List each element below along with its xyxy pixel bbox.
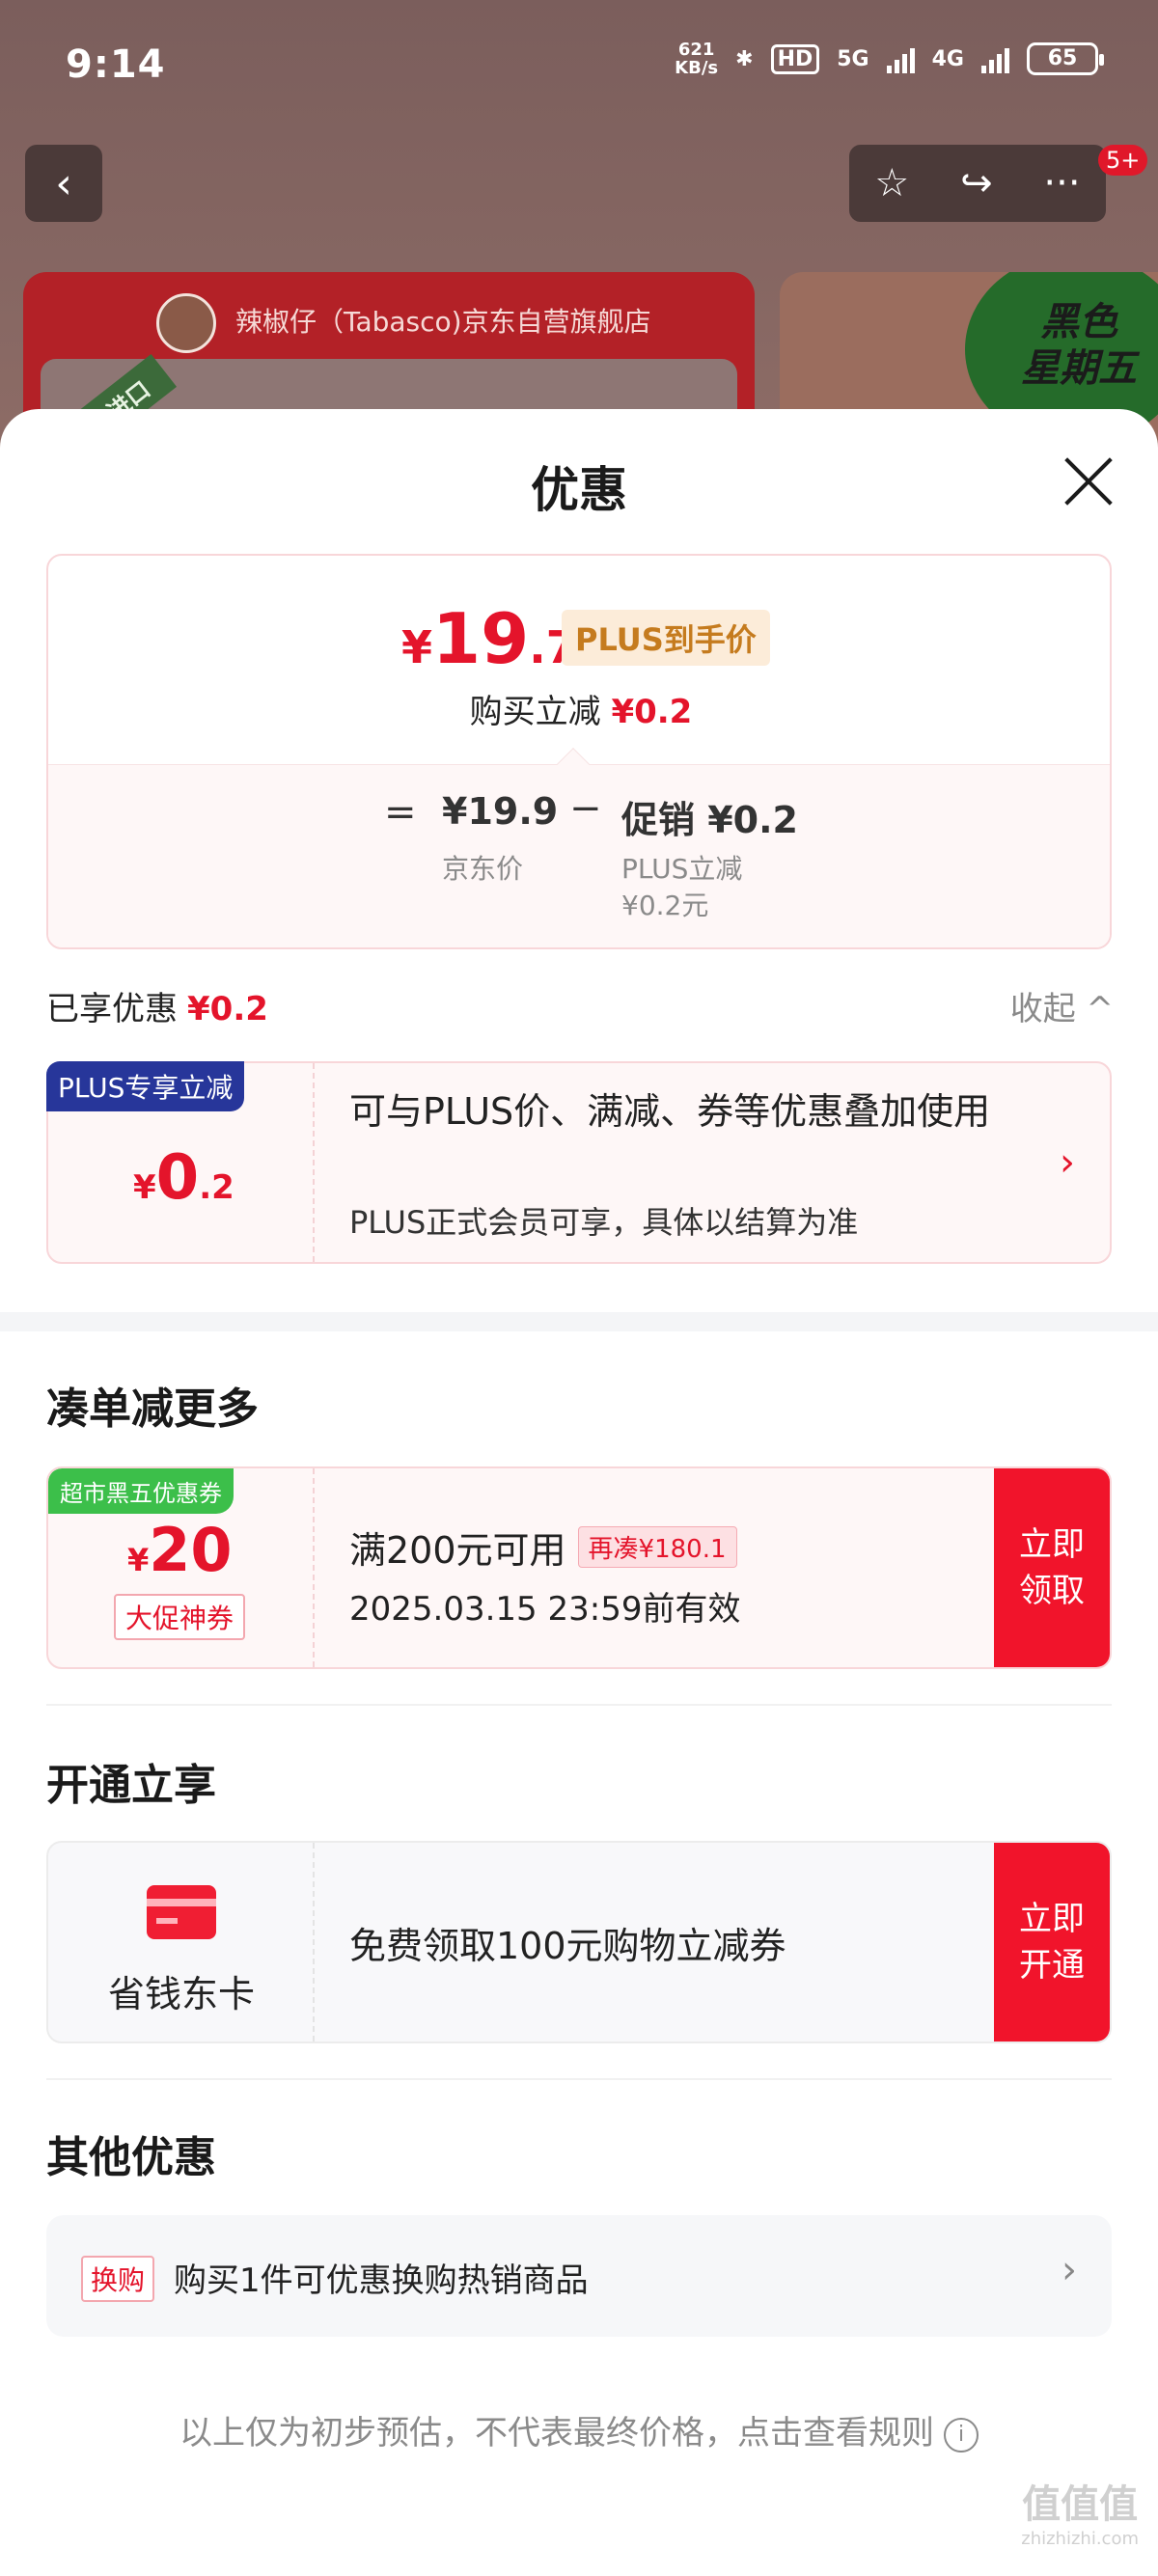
battery-icon: 65 bbox=[1027, 42, 1104, 75]
promo-banner-text: 黑色 星期五 bbox=[1021, 300, 1137, 391]
exchange-chip: 换购 bbox=[81, 2256, 155, 2302]
coupon-amount: ¥ 20 bbox=[127, 1515, 233, 1585]
status-bar: 9:14 621 KB/s ✱ HD 5G 4G 65 bbox=[0, 0, 1158, 125]
coupon-kind: 大促神券 bbox=[114, 1594, 246, 1640]
status-time: 9:14 bbox=[66, 42, 166, 87]
promo-sub-label: PLUS立减 bbox=[621, 853, 743, 885]
final-price: ¥ 19 .7 bbox=[401, 598, 577, 679]
net-speed: 621 KB/s bbox=[675, 40, 719, 78]
plus-description: 可与PLUS价、满减、券等优惠叠加使用 bbox=[349, 1090, 991, 1133]
section-title-open: 开通立享 bbox=[46, 1761, 216, 1810]
enjoyed-discount: 已享优惠 ¥0.2 bbox=[46, 990, 268, 1028]
status-icons: 621 KB/s ✱ HD 5G 4G 65 bbox=[675, 40, 1104, 78]
chevron-right-icon: › bbox=[1060, 1140, 1075, 1185]
section-title-other: 其他优惠 bbox=[46, 2133, 216, 2182]
plus-note: PLUS正式会员可享，具体以结算为准 bbox=[349, 1204, 859, 1241]
plus-price-tag: PLUS到手价 bbox=[562, 610, 770, 666]
signal-label-5g: 5G bbox=[837, 46, 869, 71]
purchase-reduce: 购买立减 ¥0.2 bbox=[469, 693, 693, 731]
message-badge: 5+ bbox=[1098, 145, 1148, 176]
coupon-card: 超市黑五优惠券 ¥ 20 大促神券 满200元可用 再凑¥180.1 2025.… bbox=[46, 1466, 1112, 1669]
more-icon[interactable]: ··· bbox=[1043, 161, 1080, 206]
price-breakdown: = ¥19.9 京东价 − 促销 ¥0.2 PLUS立减 ¥0.2元 bbox=[48, 748, 1110, 947]
separator bbox=[46, 1704, 1112, 1706]
collapse-button[interactable]: 收起 ^ bbox=[1010, 982, 1114, 1029]
close-icon[interactable] bbox=[1063, 455, 1114, 506]
hd-icon: HD bbox=[770, 43, 820, 74]
signal-icon-2 bbox=[981, 44, 1009, 73]
background-page: 9:14 621 KB/s ✱ HD 5G 4G 65 ‹ ☆ ↪ ··· 5+… bbox=[0, 0, 1158, 475]
coupon-gap-chip: 再凑¥180.1 bbox=[577, 1526, 737, 1568]
membership-name: 省钱东卡 bbox=[107, 1973, 255, 2015]
bluetooth-icon: ✱ bbox=[735, 46, 754, 71]
plus-discount-card[interactable]: PLUS专享立减 ¥ 0 .2 可与PLUS价、满减、券等优惠叠加使用 PLUS… bbox=[46, 1061, 1112, 1264]
signal-icon bbox=[886, 44, 915, 73]
favorite-icon[interactable]: ☆ bbox=[874, 161, 909, 206]
price-summary: ¥ 19 .7 PLUS到手价 购买立减 ¥0.2 = ¥19.9 京东价 − … bbox=[46, 554, 1112, 949]
share-icon[interactable]: ↪ bbox=[960, 161, 993, 206]
credit-card-icon bbox=[147, 1885, 216, 1939]
discount-sheet: 优惠 ¥ 19 .7 PLUS到手价 购买立减 ¥0.2 = ¥19.9 京东价… bbox=[0, 409, 1158, 2576]
jd-price-label: 京东价 bbox=[442, 853, 524, 885]
coupon-badge: 超市黑五优惠券 bbox=[48, 1468, 234, 1514]
info-icon: i bbox=[944, 2417, 979, 2453]
plus-amount: ¥ 0 .2 bbox=[133, 1142, 234, 1214]
exchange-text: 购买1件可优惠换购热销商品 bbox=[174, 2261, 589, 2300]
section-title-more: 凑单减更多 bbox=[46, 1384, 259, 1434]
watermark-logo: 值值值 zhizhizhi.com bbox=[1021, 2482, 1139, 2549]
back-icon[interactable]: ‹ bbox=[25, 145, 102, 222]
claim-coupon-button[interactable]: 立即 领取 bbox=[994, 1468, 1110, 1667]
store-name: 辣椒仔（Tabasco)京东自营旗舰店 bbox=[235, 306, 651, 338]
promo-sub-value: ¥0.2元 bbox=[621, 890, 709, 921]
signal-label-4g: 4G bbox=[931, 46, 964, 71]
section-divider bbox=[0, 1312, 1158, 1331]
membership-card: 省钱东卡 免费领取100元购物立减券 立即 开通 bbox=[46, 1841, 1112, 2043]
exchange-offer-row[interactable]: 换购 购买1件可优惠换购热销商品 › bbox=[46, 2215, 1112, 2337]
top-action-group: ☆ ↪ ··· bbox=[849, 145, 1106, 222]
footer-disclaimer[interactable]: 以上仅为初步预估，不代表最终价格，点击查看规则 i bbox=[0, 2406, 1158, 2453]
membership-description: 免费领取100元购物立减券 bbox=[349, 1925, 786, 1967]
sheet-title: 优惠 bbox=[531, 462, 627, 518]
store-logo bbox=[156, 293, 216, 353]
open-membership-button[interactable]: 立即 开通 bbox=[994, 1843, 1110, 2042]
plus-badge: PLUS专享立减 bbox=[46, 1061, 245, 1111]
promo-price: 促销 ¥0.2 bbox=[621, 799, 798, 841]
chevron-right-icon: › bbox=[1062, 2248, 1077, 2292]
coupon-expiry: 2025.03.15 23:59前有效 bbox=[349, 1590, 741, 1629]
separator bbox=[46, 2078, 1112, 2080]
coupon-condition: 满200元可用 再凑¥180.1 bbox=[349, 1521, 737, 1574]
jd-price: ¥19.9 bbox=[442, 790, 559, 833]
